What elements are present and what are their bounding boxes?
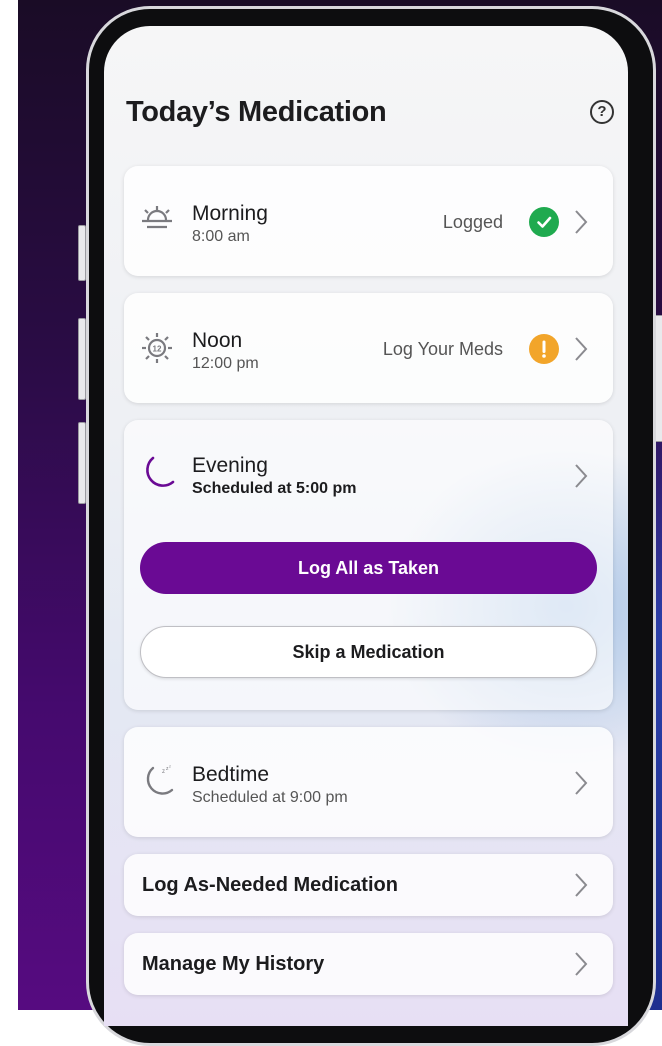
silent-switch [78, 225, 86, 281]
sunrise-icon [142, 206, 172, 229]
manage-history-link[interactable]: Manage My History [124, 933, 613, 995]
question-icon[interactable]: ? [590, 100, 614, 124]
slot-status: Log Your Meds [382, 339, 503, 359]
slot-time: 8:00 am [192, 228, 250, 245]
skip-medication-button[interactable]: Skip a Medication [140, 626, 597, 678]
moon-icon[interactable] [140, 454, 176, 494]
chevron-right-icon [575, 771, 588, 795]
check-icon [529, 207, 559, 237]
slot-time: Scheduled at 9:00 pm [192, 789, 348, 806]
slot-title: Bedtime [192, 763, 270, 786]
svg-text:12: 12 [153, 345, 162, 354]
slot-card-bedtime[interactable]: z z z Bedtime Scheduled at 9:00 pm [124, 727, 613, 837]
header: Today’s Medication ? [126, 96, 614, 136]
chevron-right-icon [575, 952, 588, 976]
svg-text:z: z [169, 764, 171, 769]
chevron-right-icon[interactable] [569, 461, 593, 491]
chevron-right-icon [575, 873, 588, 897]
sleep-moon-icon: z z z [146, 764, 174, 795]
slot-title: Morning [192, 202, 268, 225]
volume-down-button [78, 422, 86, 504]
slot-card-evening: Evening Scheduled at 5:00 pm Log All as … [124, 420, 613, 710]
svg-text:z: z [162, 769, 165, 775]
page-title: Today’s Medication [126, 96, 387, 128]
slot-card-noon[interactable]: 12 Noon 12:00 pm Log Your Meds [124, 293, 613, 403]
slot-title: Evening [192, 454, 268, 477]
volume-up-button [78, 318, 86, 400]
slot-title: Noon [192, 329, 243, 352]
link-label: Log As-Needed Medication [142, 874, 398, 896]
slot-time: 12:00 pm [192, 355, 259, 372]
chevron-right-icon [575, 210, 588, 234]
log-all-taken-button[interactable]: Log All as Taken [140, 542, 597, 594]
exclamation-icon [529, 334, 559, 364]
slot-time: Scheduled at 5:00 pm [192, 480, 357, 497]
log-as-needed-link[interactable]: Log As-Needed Medication [124, 854, 613, 916]
app-screen: Today’s Medication ? Morning 8:00 am Log… [104, 26, 628, 1026]
link-label: Manage My History [142, 953, 325, 975]
slot-card-morning[interactable]: Morning 8:00 am Logged [124, 166, 613, 276]
slot-status: Logged [442, 212, 503, 232]
chevron-right-icon [575, 337, 588, 361]
noon-sun-icon: 12 [142, 333, 172, 363]
